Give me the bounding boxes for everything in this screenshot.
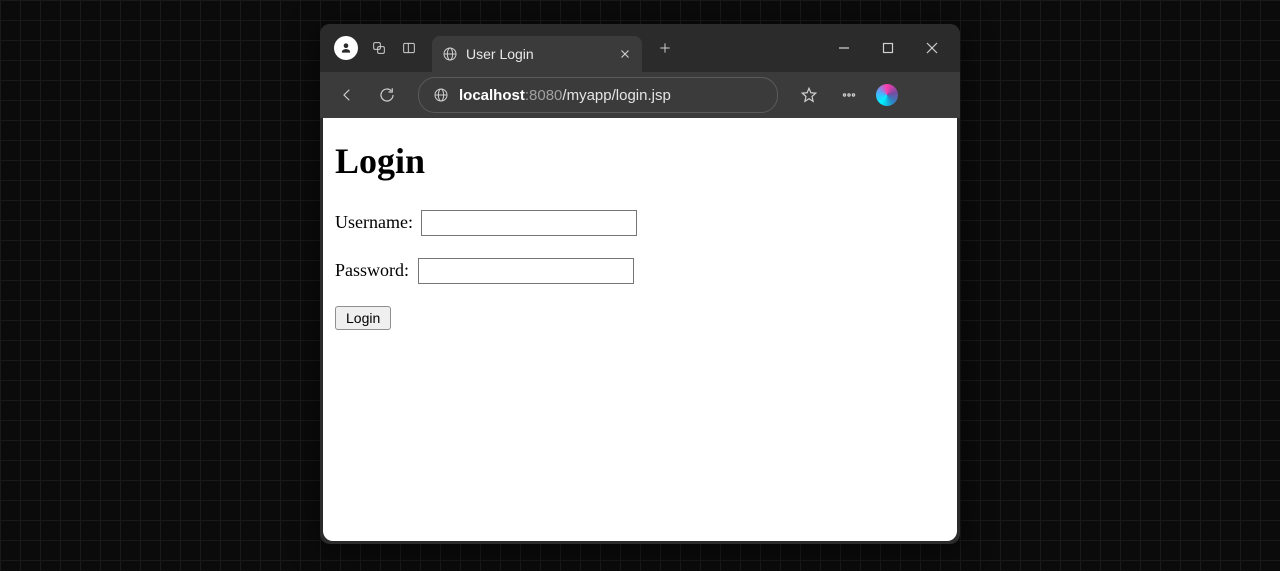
titlebar: User Login [320, 24, 960, 72]
password-input[interactable] [418, 258, 634, 284]
close-tab-icon[interactable] [618, 47, 632, 61]
workspaces-icon[interactable] [364, 33, 394, 63]
username-label: Username: [335, 212, 413, 232]
browser-window: User Login [320, 24, 960, 544]
close-window-button[interactable] [910, 33, 954, 63]
favorites-button[interactable] [792, 78, 826, 112]
browser-tab[interactable]: User Login [432, 36, 642, 72]
toolbar: localhost:8080/myapp/login.jsp [320, 72, 960, 118]
copilot-icon[interactable] [876, 84, 898, 106]
page-heading: Login [335, 140, 945, 182]
refresh-button[interactable] [370, 78, 404, 112]
split-view-icon[interactable] [394, 33, 424, 63]
password-row: Password: [335, 258, 945, 284]
site-info-globe-icon [433, 87, 449, 103]
username-input[interactable] [421, 210, 637, 236]
url-path: /myapp/login.jsp [562, 87, 670, 104]
tab-title: User Login [466, 46, 610, 62]
url-text: localhost:8080/myapp/login.jsp [459, 87, 671, 104]
address-bar[interactable]: localhost:8080/myapp/login.jsp [418, 77, 778, 113]
login-button[interactable]: Login [335, 306, 391, 330]
url-port: :8080 [525, 87, 563, 104]
profile-icon[interactable] [334, 36, 358, 60]
new-tab-button[interactable] [650, 33, 680, 63]
url-host: localhost [459, 87, 525, 104]
more-menu-button[interactable] [832, 78, 866, 112]
maximize-button[interactable] [866, 33, 910, 63]
minimize-button[interactable] [822, 33, 866, 63]
page-content: Login Username: Password: Login [323, 118, 957, 541]
globe-icon [442, 46, 458, 62]
password-label: Password: [335, 260, 409, 280]
back-button[interactable] [330, 78, 364, 112]
window-controls [822, 33, 954, 63]
username-row: Username: [335, 210, 945, 236]
